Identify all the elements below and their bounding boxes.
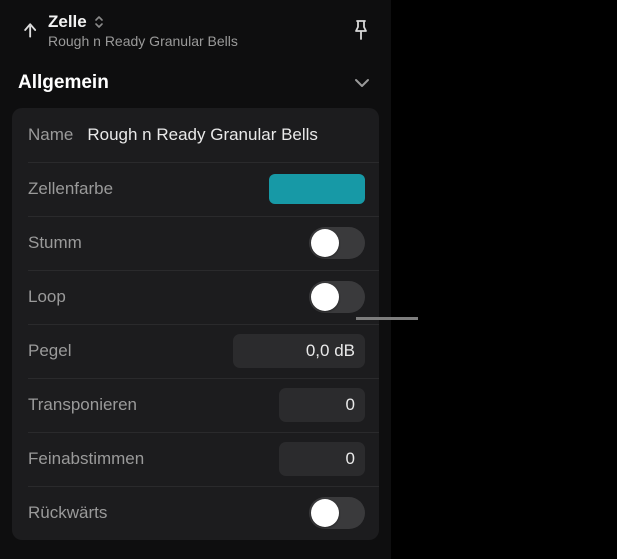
pin-icon: [351, 19, 371, 41]
toggle-loop[interactable]: [309, 281, 365, 313]
label-reverse: Rückwärts: [28, 503, 107, 523]
label-color: Zellenfarbe: [28, 179, 113, 199]
pin-button[interactable]: [347, 16, 375, 44]
section-title: Allgemein: [18, 72, 109, 94]
value-level[interactable]: 0,0 dB: [233, 334, 365, 368]
color-swatch[interactable]: [269, 174, 365, 204]
label-finetune: Feinabstimmen: [28, 449, 144, 469]
row-level: Pegel 0,0 dB: [12, 324, 379, 378]
callout-line: [356, 317, 418, 320]
label-mute: Stumm: [28, 233, 82, 253]
general-group: Name Rough n Ready Granular Bells Zellen…: [12, 108, 379, 540]
row-color: Zellenfarbe: [12, 162, 379, 216]
inspector-panel: Zelle Rough n Ready Granular Bells: [0, 0, 391, 559]
row-loop: Loop: [12, 270, 379, 324]
label-loop: Loop: [28, 287, 66, 307]
nav-up-button[interactable]: [18, 17, 44, 43]
label-name: Name: [28, 125, 73, 145]
row-reverse: Rückwärts: [12, 486, 379, 540]
row-mute: Stumm: [12, 216, 379, 270]
label-transpose: Transponieren: [28, 395, 137, 415]
value-name[interactable]: Rough n Ready Granular Bells: [87, 125, 318, 145]
arrow-up-left-icon: [21, 20, 41, 40]
value-transpose[interactable]: 0: [279, 388, 365, 422]
chevron-down-icon: [353, 77, 371, 89]
value-finetune[interactable]: 0: [279, 442, 365, 476]
header-subtitle: Rough n Ready Granular Bells: [48, 33, 347, 49]
header-title: Zelle: [48, 12, 87, 32]
row-name: Name Rough n Ready Granular Bells: [12, 108, 379, 162]
label-level: Pegel: [28, 341, 71, 361]
toggle-mute[interactable]: [309, 227, 365, 259]
up-down-icon[interactable]: [93, 15, 105, 29]
stage: Zelle Rough n Ready Granular Bells: [0, 0, 617, 559]
toggle-reverse[interactable]: [309, 497, 365, 529]
row-transpose: Transponieren 0: [12, 378, 379, 432]
panel-header: Zelle Rough n Ready Granular Bells: [0, 0, 391, 60]
row-finetune: Feinabstimmen 0: [12, 432, 379, 486]
header-text: Zelle Rough n Ready Granular Bells: [48, 12, 347, 49]
section-header-general[interactable]: Allgemein: [0, 60, 391, 106]
